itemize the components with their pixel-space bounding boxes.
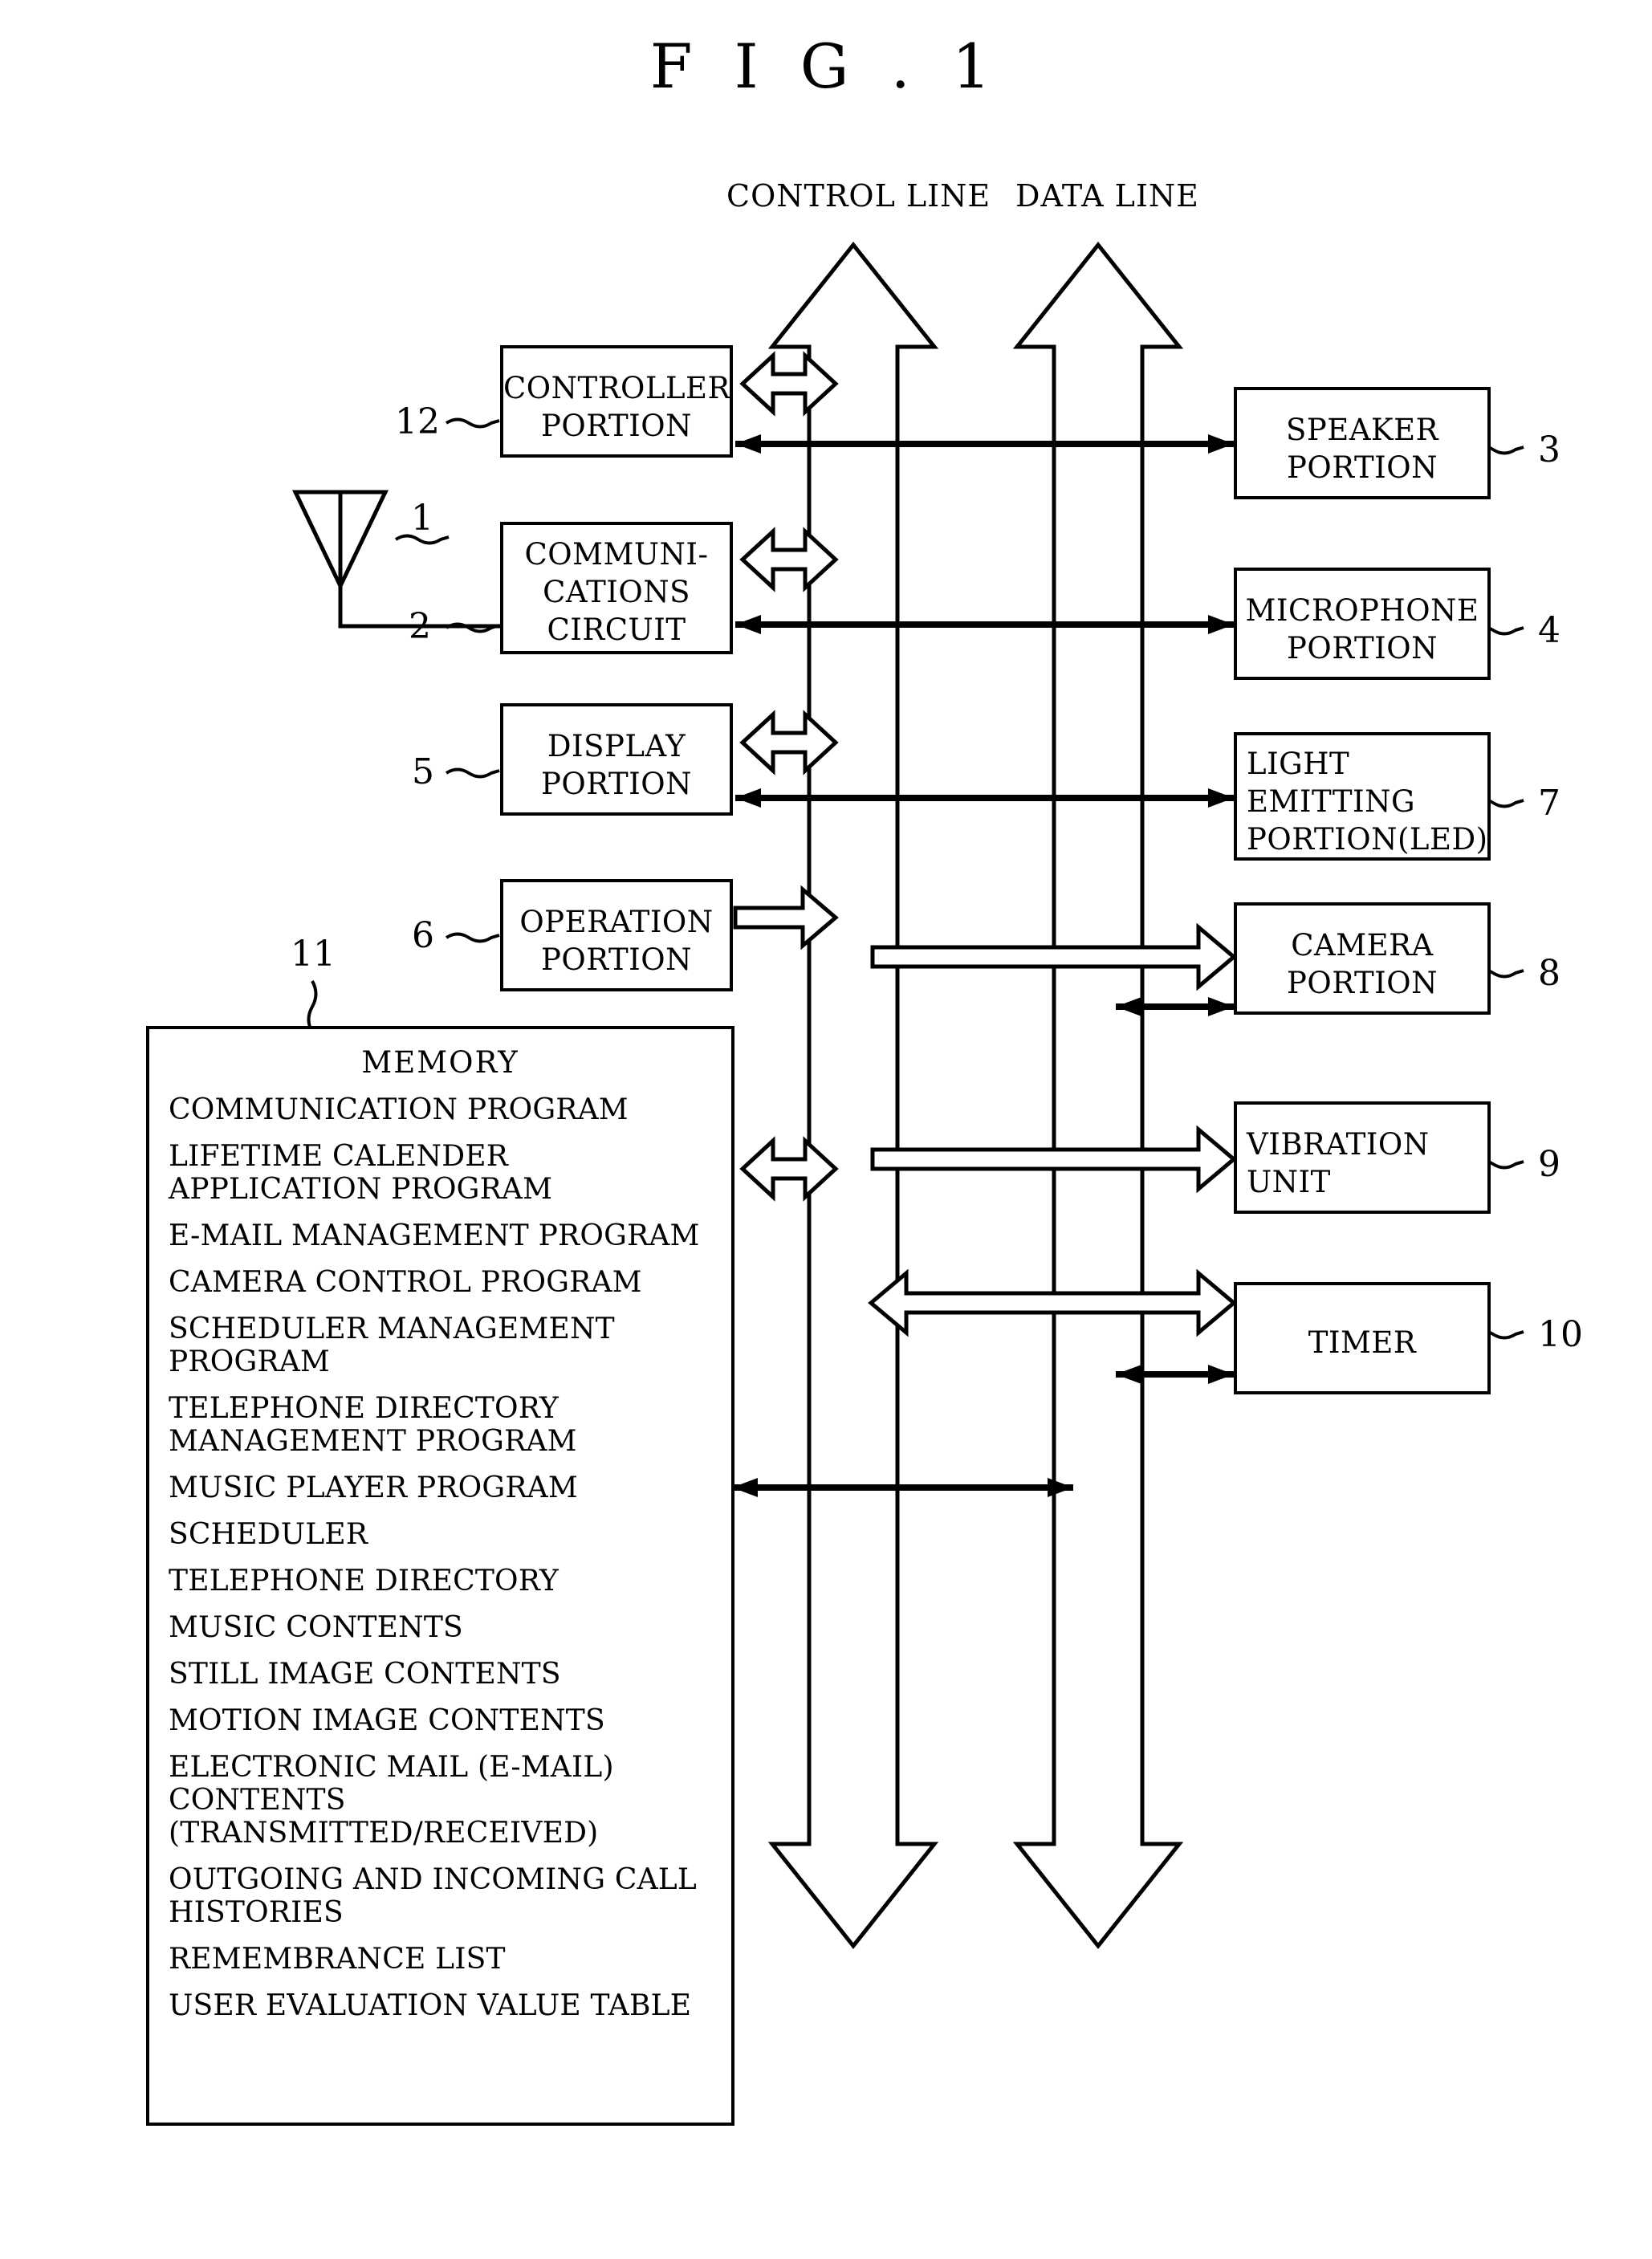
block-speaker-portion-label: SPEAKER PORTION [1286, 413, 1438, 485]
reference-numeral-1: 1 [411, 498, 433, 539]
memory-content-item: TELEPHONE DIRECTORY MANAGEMENT PROGRAM [169, 1392, 577, 1458]
memory-content-item: LIFETIME CALENDER APPLICATION PROGRAM [169, 1140, 553, 1206]
memory-content-item: SCHEDULER MANAGEMENT PROGRAM [169, 1313, 615, 1378]
control-line-bus [767, 241, 939, 1950]
memory-content-item: ELECTRONIC MAIL (E-MAIL) CONTENTS (TRANS… [169, 1751, 614, 1850]
reference-numeral-10: 10 [1538, 1314, 1583, 1355]
block-memory[interactable]: MEMORY COMMUNICATION PROGRAM LIFETIME CAL… [146, 1026, 734, 2126]
memory-content-item: E-MAIL MANAGEMENT PROGRAM [169, 1219, 700, 1252]
block-controller-portion[interactable]: CONTROLLER PORTION [500, 345, 733, 458]
reference-numeral-5: 5 [412, 751, 434, 792]
block-microphone-portion-label: MICROPHONE PORTION [1245, 593, 1479, 665]
reference-numeral-12: 12 [395, 401, 440, 442]
block-display-portion-label: DISPLAY PORTION [541, 729, 692, 801]
memory-content-item: CAMERA CONTROL PROGRAM [169, 1266, 642, 1299]
block-light-emitting-portion-label: LIGHT EMITTING PORTION(LED) [1247, 747, 1488, 857]
memory-content-item: USER EVALUATION VALUE TABLE [169, 1989, 692, 2022]
memory-content-item: TELEPHONE DIRECTORY [169, 1565, 559, 1598]
block-timer-label: TIMER [1308, 1325, 1417, 1360]
memory-content-item: MUSIC PLAYER PROGRAM [169, 1471, 578, 1504]
block-memory-label: MEMORY [361, 1045, 519, 1080]
figure-page: F I G . 1 CONTROL LINE DATA LINE CONTROL… [0, 0, 1652, 2259]
memory-content-item: MUSIC CONTENTS [169, 1611, 463, 1644]
reference-numeral-6: 6 [412, 915, 434, 956]
reference-numeral-7: 7 [1538, 783, 1560, 824]
memory-contents-list: COMMUNICATION PROGRAM LIFETIME CALENDER A… [169, 1093, 723, 2036]
block-speaker-portion[interactable]: SPEAKER PORTION [1234, 387, 1491, 499]
antenna-symbol [292, 490, 500, 629]
block-vibration-unit-label: VIBRATION UNIT [1247, 1127, 1430, 1199]
block-light-emitting-portion[interactable]: LIGHT EMITTING PORTION(LED) [1234, 732, 1491, 861]
block-controller-portion-label: CONTROLLER PORTION [503, 371, 730, 443]
memory-content-item: COMMUNICATION PROGRAM [169, 1093, 629, 1126]
block-camera-portion[interactable]: CAMERA PORTION [1234, 902, 1491, 1015]
block-operation-portion[interactable]: OPERATION PORTION [500, 879, 733, 991]
block-communications-circuit[interactable]: COMMUNI- CATIONS CIRCUIT [500, 522, 733, 654]
memory-content-item: OUTGOING AND INCOMING CALL HISTORIES [169, 1863, 697, 1929]
data-line-bus [1012, 241, 1184, 1950]
reference-numeral-4: 4 [1538, 610, 1560, 651]
reference-numeral-9: 9 [1538, 1144, 1560, 1185]
memory-content-item: SCHEDULER [169, 1518, 368, 1551]
reference-numeral-2: 2 [409, 606, 431, 647]
block-timer[interactable]: TIMER [1234, 1282, 1491, 1394]
block-communications-circuit-label: COMMUNI- CATIONS CIRCUIT [524, 537, 709, 647]
reference-numeral-3: 3 [1538, 429, 1560, 470]
memory-content-item: REMEMBRANCE LIST [169, 1943, 506, 1976]
block-camera-portion-label: CAMERA PORTION [1287, 928, 1438, 1000]
block-display-portion[interactable]: DISPLAY PORTION [500, 703, 733, 816]
block-microphone-portion[interactable]: MICROPHONE PORTION [1234, 568, 1491, 680]
memory-content-item: STILL IMAGE CONTENTS [169, 1658, 561, 1691]
memory-content-item: MOTION IMAGE CONTENTS [169, 1704, 605, 1737]
reference-numeral-8: 8 [1538, 953, 1560, 994]
block-vibration-unit[interactable]: VIBRATION UNIT [1234, 1101, 1491, 1214]
block-operation-portion-label: OPERATION PORTION [519, 905, 714, 977]
memory-to-data-line-line [732, 1478, 1073, 1497]
reference-numeral-11: 11 [291, 934, 336, 975]
